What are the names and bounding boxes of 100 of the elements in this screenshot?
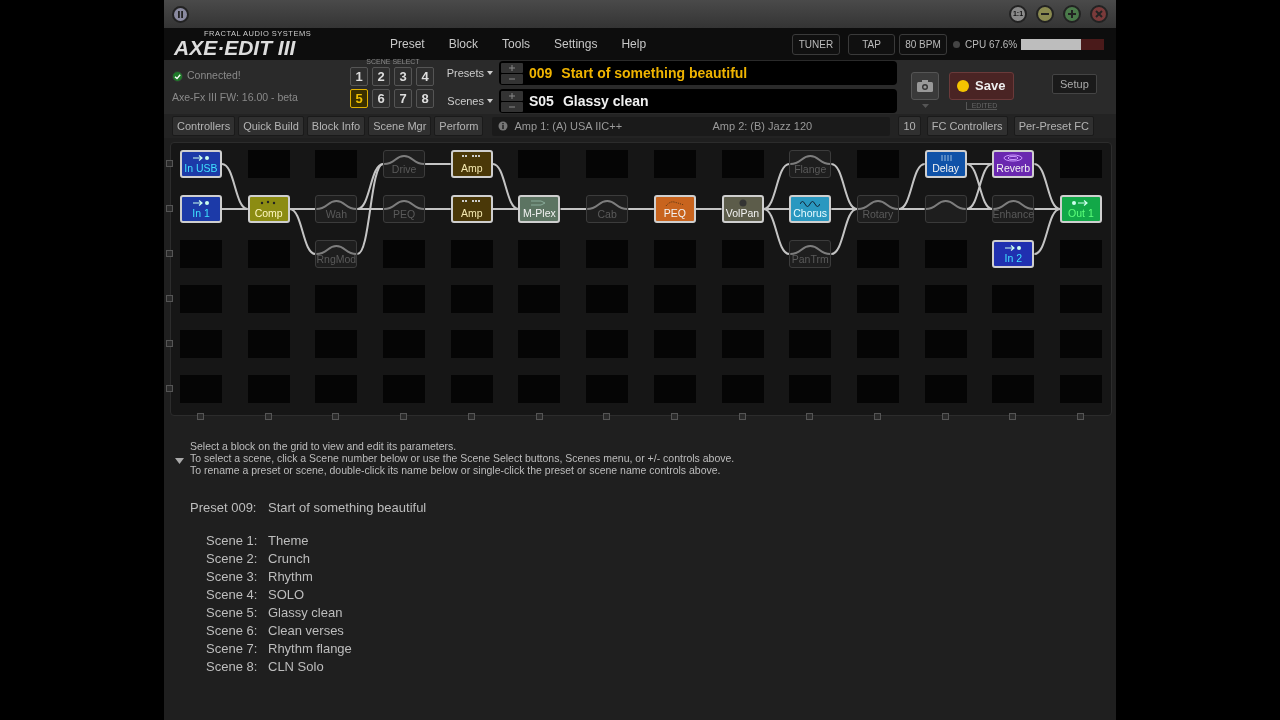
scene-label[interactable]: Scene 4:: [206, 585, 268, 604]
bypass-cable: [857, 200, 899, 210]
row-handle[interactable]: [166, 250, 173, 257]
preset-increment-button[interactable]: [501, 62, 523, 73]
maximize-icon[interactable]: [1063, 5, 1081, 23]
save-button[interactable]: Save: [949, 72, 1014, 100]
preset-decrement-button[interactable]: [501, 73, 523, 84]
arrow-dot-icon: [191, 154, 211, 162]
block-glyph-icon: [800, 199, 821, 207]
effect-block[interactable]: Reverb: [992, 150, 1035, 178]
scenes-menu[interactable]: Scenes: [442, 92, 484, 110]
scene-select-button[interactable]: 5: [350, 89, 368, 108]
help-text: To rename a preset or scene, double-click its name below or single-click the preset or scene name controls above.: [190, 464, 722, 476]
scene-select-button[interactable]: 2: [372, 67, 390, 86]
close-icon[interactable]: [1090, 5, 1108, 23]
plus-icon: [509, 64, 515, 71]
firmware-text: Axe-Fx III FW: 16.00 - beta: [172, 90, 299, 105]
effect-block[interactable]: Delay: [924, 150, 967, 178]
effect-block[interactable]: Amp: [450, 150, 493, 178]
effect-block[interactable]: Amp: [450, 195, 493, 223]
menu-item[interactable]: Tools: [502, 35, 531, 53]
pause-icon[interactable]: [172, 5, 189, 23]
toolbar-button[interactable]: Scene Mgr: [368, 115, 432, 137]
scene-label[interactable]: Scene 7:: [206, 639, 268, 658]
column-handle[interactable]: [941, 413, 949, 420]
toolbar-button[interactable]: Block Info: [306, 115, 366, 137]
row-handle[interactable]: [166, 160, 173, 167]
collapse-caret-icon[interactable]: [175, 458, 184, 464]
column-handle[interactable]: [874, 413, 881, 420]
minimize-icon[interactable]: [1036, 5, 1054, 23]
column-handle[interactable]: [400, 413, 408, 420]
bypass-cable: [315, 245, 358, 255]
effect-block[interactable]: VolPan: [721, 195, 764, 223]
scene-select-button[interactable]: 6: [372, 89, 390, 108]
presets-menu[interactable]: Presets: [442, 64, 484, 82]
menu-item[interactable]: Preset: [390, 35, 425, 53]
column-handle[interactable]: [738, 413, 746, 420]
scene-select-button[interactable]: 4: [416, 67, 434, 86]
toolbar-button[interactable]: Perform: [434, 115, 484, 137]
toolbar-button[interactable]: Per-Preset FC: [1013, 115, 1094, 137]
column-handle[interactable]: [670, 413, 678, 420]
header-button[interactable]: 80 BPM: [899, 33, 947, 55]
menu-item[interactable]: Settings: [554, 35, 598, 53]
scene-name[interactable]: Rhythm: [268, 567, 313, 586]
scene-name[interactable]: SOLO: [268, 585, 305, 604]
row-handle[interactable]: [166, 295, 173, 302]
column-handle[interactable]: [535, 413, 543, 420]
toolbar-button[interactable]: FC Controllers: [926, 115, 1008, 137]
scene-name[interactable]: Rhythm flange: [268, 639, 352, 658]
preset-name[interactable]: Start of something beautiful: [561, 62, 748, 84]
effect-block[interactable]: M-Plex: [518, 195, 561, 223]
toolbar-button[interactable]: Controllers: [172, 115, 236, 137]
column-handle[interactable]: [806, 413, 814, 420]
menu-item[interactable]: Block: [448, 35, 479, 53]
scene-increment-button[interactable]: [501, 90, 523, 101]
scene-label[interactable]: Scene 1:: [206, 531, 268, 550]
dropdown-caret-icon: [486, 69, 495, 77]
bypass-cable: [992, 200, 1035, 210]
column-handle[interactable]: [1077, 413, 1085, 420]
preset-name[interactable]: Start of something beautiful: [268, 498, 427, 518]
scene-label[interactable]: Scene 5:: [206, 603, 268, 622]
column-handle[interactable]: [467, 413, 475, 420]
effect-block[interactable]: In 2: [992, 240, 1035, 268]
row-handle[interactable]: [166, 340, 173, 347]
row-handle[interactable]: [166, 205, 173, 212]
scene-label[interactable]: Scene 8:: [206, 657, 268, 676]
setup-button[interactable]: Setup: [1052, 73, 1097, 95]
column-handle[interactable]: [197, 413, 204, 420]
effect-block[interactable]: In USB: [180, 150, 222, 178]
scene-select-button[interactable]: 1: [350, 67, 368, 86]
scene-decrement-button[interactable]: [501, 101, 523, 112]
dropdown-caret-icon[interactable]: [920, 102, 930, 109]
scene-name[interactable]: Glassy clean: [562, 90, 649, 112]
header-button[interactable]: TAP: [848, 33, 895, 55]
scene-select-button[interactable]: 8: [416, 89, 434, 108]
scene-label[interactable]: Scene 6:: [206, 621, 268, 640]
header-button[interactable]: TUNER: [792, 33, 840, 55]
column-handle[interactable]: [264, 413, 272, 420]
column-handle[interactable]: [332, 413, 340, 420]
help-text: Select a block on the grid to view and edit its parameters.: [190, 440, 458, 452]
shunt-block[interactable]: [924, 195, 967, 223]
scene-name[interactable]: Crunch: [268, 549, 310, 568]
column-handle[interactable]: [603, 413, 611, 420]
effect-block[interactable]: In 1: [180, 195, 222, 223]
column-handle[interactable]: [1009, 413, 1017, 420]
fc-count-button[interactable]: 10: [898, 115, 921, 137]
scene-name[interactable]: Glassy clean: [268, 603, 343, 622]
effect-block[interactable]: PEQ: [653, 195, 696, 223]
menu-item[interactable]: Help: [621, 35, 647, 53]
scene-name[interactable]: Theme: [268, 531, 309, 550]
scene-select-button[interactable]: 7: [394, 89, 412, 108]
toolbar-button[interactable]: Quick Build: [238, 115, 304, 137]
block-glyph-icon: [1003, 154, 1024, 162]
scene-label[interactable]: Scene 2:: [206, 549, 268, 568]
scene-name[interactable]: Clean verses: [268, 621, 344, 640]
scene-name[interactable]: CLN Solo: [268, 657, 324, 676]
scene-select-button[interactable]: 3: [394, 67, 412, 86]
scene-label[interactable]: Scene 3:: [206, 567, 268, 586]
row-handle[interactable]: [166, 385, 173, 392]
snapshot-button[interactable]: [911, 71, 939, 100]
